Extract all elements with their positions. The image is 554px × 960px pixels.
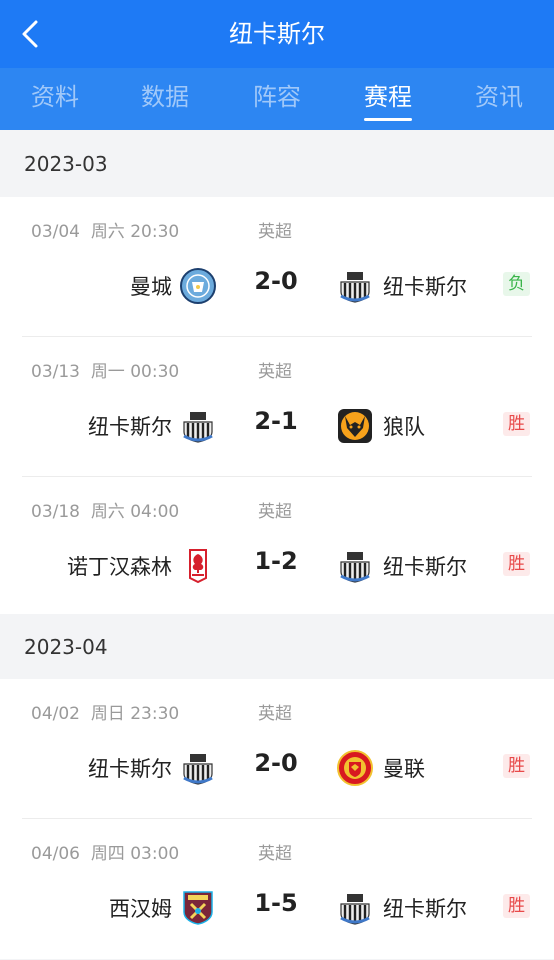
match-weekday: 周六 bbox=[90, 222, 125, 242]
away-team-name: 狼队 bbox=[383, 415, 425, 439]
league-name: 英超 bbox=[258, 704, 292, 724]
away-team-name: 曼联 bbox=[383, 757, 425, 781]
tab-profile[interactable]: 资料 bbox=[0, 68, 110, 130]
away-team-name: 纽卡斯尔 bbox=[383, 555, 467, 579]
newcastle-crest-icon bbox=[180, 750, 216, 786]
match-datetime: 03/18 周六 04:00 bbox=[31, 497, 179, 522]
match-datetime: 04/02 周日 23:30 bbox=[31, 699, 179, 724]
match-row[interactable]: 03/18 周六 04:00 英超 诺丁汉森林 1-2 纽卡斯尔 胜 bbox=[0, 477, 554, 617]
match-datetime: 03/13 周一 00:30 bbox=[31, 357, 179, 382]
match-date: 03/18 bbox=[31, 502, 80, 522]
man-united-crest-icon bbox=[337, 750, 373, 786]
wolves-crest-icon bbox=[337, 408, 373, 444]
month-header: 2023-04 bbox=[0, 614, 554, 680]
man-city-crest-icon bbox=[180, 268, 216, 304]
league-name: 英超 bbox=[258, 844, 292, 864]
match-time: 20:30 bbox=[130, 222, 180, 242]
match-date: 03/13 bbox=[31, 362, 80, 382]
match-score: 1-2 bbox=[254, 547, 298, 575]
result-badge: 胜 bbox=[503, 894, 530, 918]
active-tab-indicator bbox=[364, 118, 412, 121]
app-header: 纽卡斯尔 bbox=[0, 0, 554, 68]
home-team-name: 纽卡斯尔 bbox=[88, 415, 172, 439]
tab-bar: 资料 数据 阵容 赛程 资讯 bbox=[0, 68, 554, 130]
west-ham-crest-icon bbox=[180, 890, 216, 926]
newcastle-crest-icon bbox=[337, 268, 373, 304]
match-time: 04:00 bbox=[130, 502, 180, 522]
home-team-name: 诺丁汉森林 bbox=[67, 555, 172, 579]
match-date: 04/02 bbox=[31, 704, 80, 724]
match-time: 23:30 bbox=[130, 704, 180, 724]
match-date: 03/04 bbox=[31, 222, 80, 242]
match-weekday: 周六 bbox=[90, 502, 125, 522]
match-row[interactable]: 04/02 周日 23:30 英超 纽卡斯尔 2-0 曼联 胜 bbox=[0, 679, 554, 819]
league-name: 英超 bbox=[258, 222, 292, 242]
match-score: 2-0 bbox=[254, 749, 298, 777]
result-badge: 负 bbox=[503, 272, 530, 296]
away-team-name: 纽卡斯尔 bbox=[383, 897, 467, 921]
match-time: 00:30 bbox=[130, 362, 180, 382]
tab-schedule[interactable]: 赛程 bbox=[333, 68, 443, 130]
home-team-name: 曼城 bbox=[130, 275, 172, 299]
match-score: 2-0 bbox=[254, 267, 298, 295]
newcastle-crest-icon bbox=[180, 408, 216, 444]
match-datetime: 03/04 周六 20:30 bbox=[31, 217, 179, 242]
match-row[interactable]: 03/13 周一 00:30 英超 纽卡斯尔 2-1 狼队 胜 bbox=[0, 337, 554, 477]
match-time: 03:00 bbox=[130, 844, 180, 864]
league-name: 英超 bbox=[258, 502, 292, 522]
tab-news[interactable]: 资讯 bbox=[444, 68, 554, 130]
result-badge: 胜 bbox=[503, 552, 530, 576]
league-name: 英超 bbox=[258, 362, 292, 382]
month-header: 2023-03 bbox=[0, 131, 554, 197]
tab-lineup[interactable]: 阵容 bbox=[222, 68, 332, 130]
newcastle-crest-icon bbox=[337, 548, 373, 584]
home-team-name: 纽卡斯尔 bbox=[88, 757, 172, 781]
result-badge: 胜 bbox=[503, 754, 530, 778]
match-weekday: 周一 bbox=[90, 362, 125, 382]
match-date: 04/06 bbox=[31, 844, 80, 864]
away-team-name: 纽卡斯尔 bbox=[383, 275, 467, 299]
match-weekday: 周日 bbox=[90, 704, 125, 724]
tab-stats[interactable]: 数据 bbox=[110, 68, 220, 130]
result-badge: 胜 bbox=[503, 412, 530, 436]
match-datetime: 04/06 周四 03:00 bbox=[31, 839, 179, 864]
nottingham-forest-crest-icon bbox=[180, 548, 216, 584]
match-row[interactable]: 03/04 周六 20:30 英超 曼城 2-0 纽卡斯尔 负 bbox=[0, 197, 554, 337]
match-score: 1-5 bbox=[254, 889, 298, 917]
tab-schedule-label: 赛程 bbox=[364, 83, 412, 111]
match-score: 2-1 bbox=[254, 407, 298, 435]
page-title: 纽卡斯尔 bbox=[229, 20, 325, 48]
match-weekday: 周四 bbox=[90, 844, 125, 864]
match-row[interactable]: 04/06 周四 03:00 英超 西汉姆 1-5 纽卡斯尔 胜 bbox=[0, 819, 554, 959]
home-team-name: 西汉姆 bbox=[109, 897, 172, 921]
newcastle-crest-icon bbox=[337, 890, 373, 926]
